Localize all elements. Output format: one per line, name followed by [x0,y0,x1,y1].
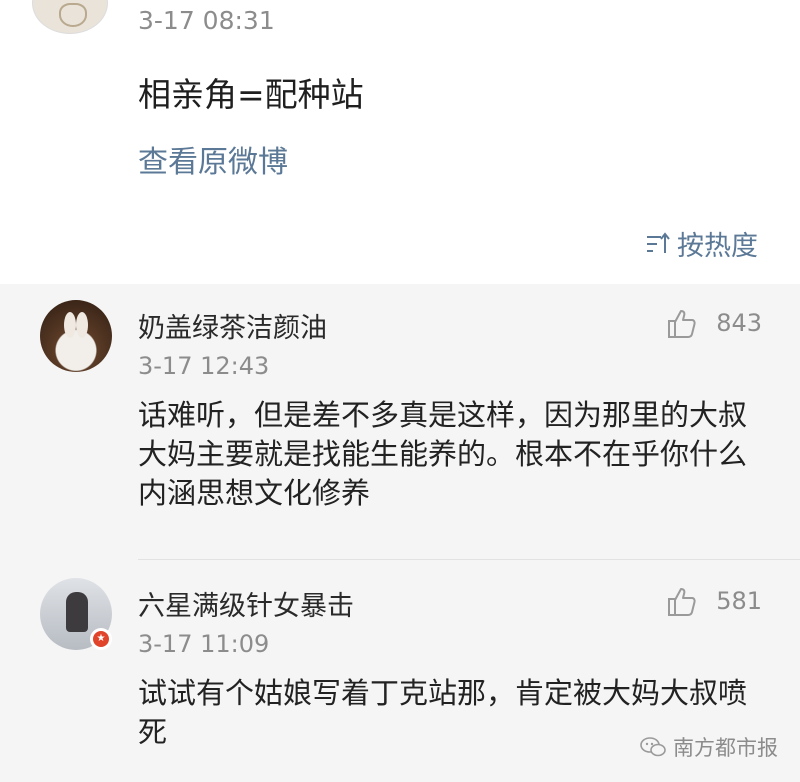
comment-item: 奶盖绿茶洁颜油 3-17 12:43 话难听，但是差不多真是这样，因为那里的大叔… [0,284,800,560]
thumbs-up-icon [668,588,696,616]
wechat-icon [640,737,666,757]
watermark-text: 南方都市报 [673,736,778,760]
thumbs-up-icon [668,310,696,338]
post-text: 相亲角=配种站 [138,75,364,114]
weibo-post: 3-17 08:31 相亲角=配种站 查看原微博 按热度 [0,0,800,284]
commenter-name[interactable]: 奶盖绿茶洁颜油 [138,306,327,345]
sort-icon [647,231,670,253]
comment-timestamp: 3-17 12:43 [138,352,270,380]
sort-by-hot-button[interactable]: 按热度 [645,224,758,263]
post-timestamp: 3-17 08:31 [138,6,275,35]
watermark: 南方都市报 [639,732,778,762]
like-count: 843 [716,309,762,337]
sort-label: 按热度 [677,231,758,262]
comment-timestamp: 3-17 11:09 [138,630,270,658]
like-count: 581 [716,587,762,615]
like-button[interactable]: 843 [666,306,762,340]
view-original-link[interactable]: 查看原微博 [138,137,288,181]
comment-list: 奶盖绿茶洁颜油 3-17 12:43 话难听，但是差不多真是这样，因为那里的大叔… [0,284,800,782]
like-button[interactable]: 581 [666,584,762,618]
commenter-avatar[interactable] [40,300,112,372]
verified-badge-icon: ★ [90,628,112,650]
post-author-avatar[interactable] [32,0,108,34]
commenter-name[interactable]: 六星满级针女暴击 [138,584,354,623]
comment-text: 话难听，但是差不多真是这样，因为那里的大叔大妈主要就是找能生能养的。根本不在乎你… [138,398,748,510]
